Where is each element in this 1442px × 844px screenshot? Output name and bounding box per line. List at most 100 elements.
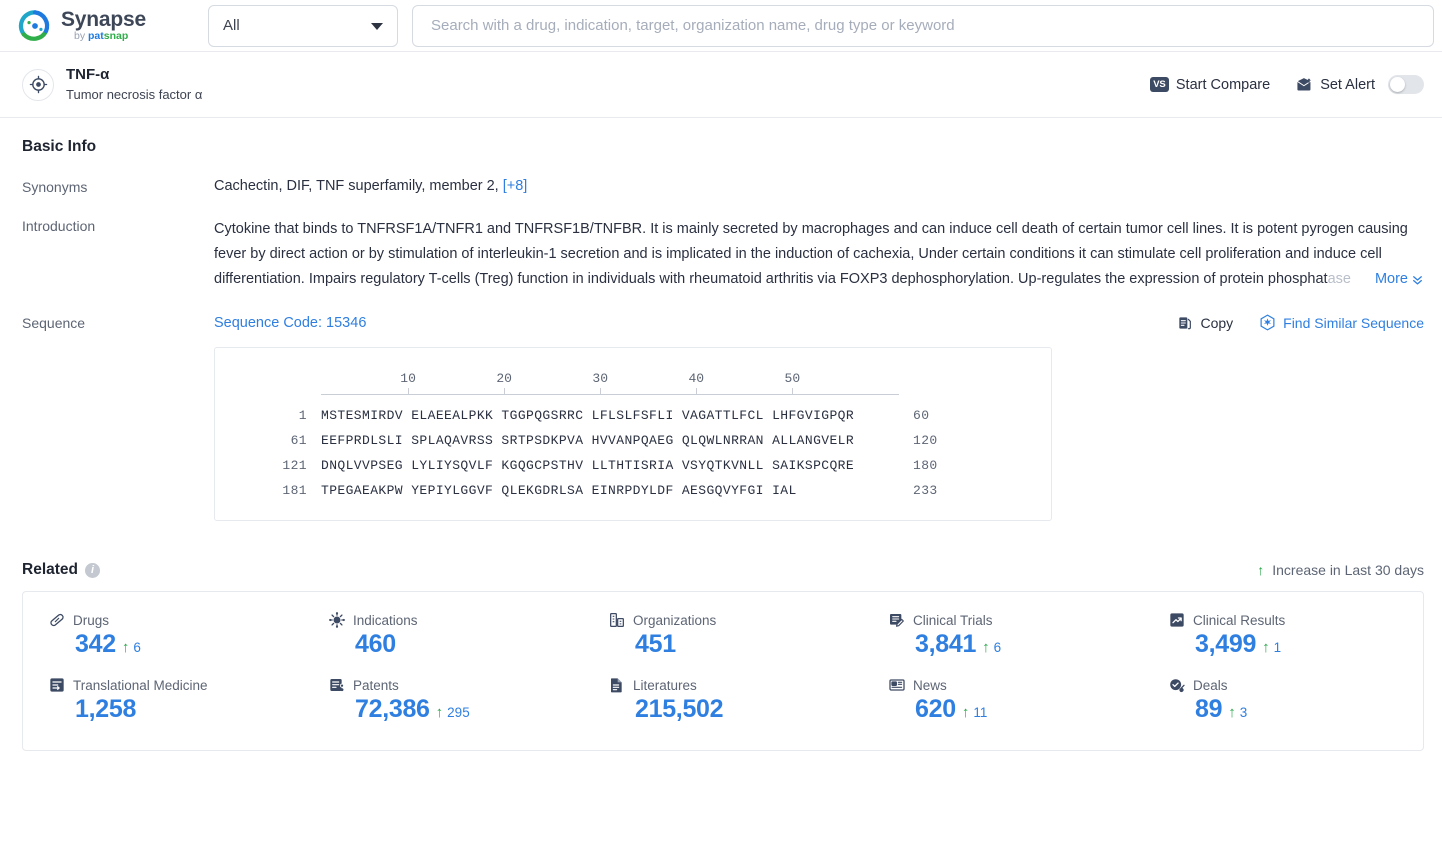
legend-up-arrow-icon: ↑ xyxy=(1257,562,1265,578)
find-similar-label: Find Similar Sequence xyxy=(1283,314,1424,331)
stat-card-drugs[interactable]: Drugs 342 ↑ 6 xyxy=(23,612,303,659)
stat-label-text: Clinical Results xyxy=(1193,612,1286,628)
synonyms-more-link[interactable]: [+8] xyxy=(503,178,528,194)
target-icon xyxy=(22,68,54,101)
sequence-residues: DNQLVVPSEG LYLIYSQVLF KGQGCPSTHV LLTHTIS… xyxy=(321,458,855,473)
find-similar-sequence-button[interactable]: Find Similar Sequence xyxy=(1259,314,1424,331)
stat-label-text: Deals xyxy=(1193,677,1228,693)
sequence-row: Sequence Sequence Code: 15346 Copy Find … xyxy=(22,314,1424,521)
synapse-logo-icon xyxy=(18,9,50,41)
set-alert-button[interactable]: Set Alert xyxy=(1296,75,1424,94)
sequence-line: 181 TPEGAEAKPW YEPIYLGGVF QLEKGDRLSA EINR… xyxy=(215,483,1051,498)
stat-card-news[interactable]: News 620 ↑ 11 xyxy=(863,677,1143,724)
stat-label-text: Organizations xyxy=(633,612,717,628)
sequence-code-link[interactable]: Sequence Code: 15346 xyxy=(214,315,366,331)
ruler-tick-label: 20 xyxy=(496,371,512,386)
search-box[interactable] xyxy=(412,4,1434,47)
find-similar-sequence-icon xyxy=(1260,314,1275,331)
set-alert-toggle[interactable] xyxy=(1388,75,1424,94)
stat-card-clinical-trials[interactable]: Clinical Trials 3,841 ↑ 6 xyxy=(863,612,1143,659)
stat-value-row: 342 ↑ 6 xyxy=(49,630,303,659)
start-compare-label: Start Compare xyxy=(1175,76,1271,93)
stat-value-row: 72,386 ↑ 295 xyxy=(329,695,583,724)
stat-value: 620 xyxy=(915,695,956,723)
news-icon xyxy=(889,677,905,693)
sequence-start-index: 61 xyxy=(290,433,307,448)
stat-label-row: Organizations xyxy=(609,612,863,628)
basic-info-heading: Basic Info xyxy=(22,138,97,155)
logo-tagline: by patsnap xyxy=(74,31,146,42)
delta-up-arrow-icon: ↑ xyxy=(982,639,990,656)
info-icon[interactable]: i xyxy=(85,562,100,578)
copy-icon xyxy=(1179,316,1192,329)
sequence-tools: Copy Find Similar Sequence xyxy=(1177,314,1424,331)
delta-up-arrow-icon: ↑ xyxy=(121,639,130,656)
copy-label: Copy xyxy=(1200,314,1234,331)
stat-label-row: Drugs xyxy=(49,612,303,628)
stat-delta: ↑ 295 xyxy=(436,705,470,720)
sequence-header: Sequence Code: 15346 Copy Find Similar S… xyxy=(214,314,1424,331)
search-scope-select[interactable]: All xyxy=(208,4,398,47)
sequence-panel: 10 20 30 40 50 1 MSTESMIRDV ELAEEALPKK TGGPQG… xyxy=(214,347,1052,521)
stat-card-literatures[interactable]: Literatures 215,502 xyxy=(583,677,863,724)
ruler-tick-label: 40 xyxy=(688,371,705,386)
sequence-line: 121 DNQLVVPSEG LYLIYSQVLF KGQGCPSTHV LLTH… xyxy=(215,458,1051,473)
start-compare-button[interactable]: VS Start Compare xyxy=(1149,76,1271,93)
ruler-tick xyxy=(696,388,698,395)
stat-label-row: Literatures xyxy=(609,677,863,693)
entity-subtitle: Tumor necrosis factor α xyxy=(66,86,203,102)
chart-arrow-icon xyxy=(1169,612,1185,628)
stat-value-row: 460 xyxy=(329,630,583,659)
delta-up-arrow-icon: ↑ xyxy=(435,704,444,721)
stat-card-patents[interactable]: Patents 72,386 ↑ 295 xyxy=(303,677,583,724)
entity-actions: VS Start Compare Set Alert xyxy=(1149,75,1424,94)
sequence-start-index: 121 xyxy=(282,458,307,473)
sequence-line: 61 EEFPRDLSLI SPLAQAVRSS SRTPSDKPVA HVVAN… xyxy=(215,433,1051,448)
virus-icon xyxy=(329,612,345,628)
stat-delta: ↑ 11 xyxy=(962,705,988,720)
logo-wordmark: Synapse xyxy=(61,8,146,32)
stat-delta: ↑ 1 xyxy=(1262,640,1281,655)
delta-value: 1 xyxy=(1273,640,1282,655)
sequence-label: Sequence xyxy=(22,315,86,331)
legend-label: Increase in Last 30 days xyxy=(1272,562,1424,578)
related-heading: Related xyxy=(22,561,78,578)
ruler-tick xyxy=(600,388,602,395)
stat-card-organizations[interactable]: Organizations 451 xyxy=(583,612,863,659)
copy-sequence-button[interactable]: Copy xyxy=(1177,315,1233,331)
stat-card-clinical-results[interactable]: Clinical Results 3,499 ↑ 1 xyxy=(1143,612,1423,659)
stat-value: 3,841 xyxy=(915,630,977,658)
sequence-ruler: 10 20 30 40 50 xyxy=(321,368,899,398)
stat-value: 215,502 xyxy=(635,695,724,723)
top-bar: Synapse by patsnap All xyxy=(0,0,1442,52)
related-stats-grid: Drugs 342 ↑ 6 Indications 460 Organizations 451… xyxy=(23,612,1423,724)
stat-card-indications[interactable]: Indications 460 xyxy=(303,612,583,659)
stat-value-row: 1,258 xyxy=(49,695,303,724)
sequence-start-index: 181 xyxy=(282,483,307,498)
stat-label-row: News xyxy=(889,677,1143,693)
stat-card-translational-medicine[interactable]: Translational Medicine 1,258 xyxy=(23,677,303,724)
introduction-text-tail: ase xyxy=(1327,271,1351,287)
sequence-lines: 1 MSTESMIRDV ELAEEALPKK TGGPQGSRRC LFLSLF… xyxy=(215,408,1051,498)
sequence-end-index: 233 xyxy=(913,483,938,498)
introduction-more-button[interactable]: More xyxy=(1372,267,1424,292)
ruler-tick-label: 10 xyxy=(400,371,416,386)
sequence-ruler-row: 10 20 30 40 50 xyxy=(215,368,1051,398)
stat-card-deals[interactable]: Deals 89 ↑ 3 xyxy=(1143,677,1423,724)
stat-value: 342 xyxy=(75,630,116,658)
stat-label-text: Indications xyxy=(353,612,418,628)
stat-delta: ↑ 6 xyxy=(122,640,141,655)
search-input[interactable] xyxy=(429,16,1417,35)
clipboard-edit-icon xyxy=(889,612,905,628)
stat-value: 1,258 xyxy=(75,695,137,723)
stat-delta: ↑ 3 xyxy=(1228,705,1247,720)
related-header: Related i ↑ Increase in Last 30 days xyxy=(22,561,1424,579)
sequence-end-index: 180 xyxy=(913,458,938,473)
building-icon xyxy=(609,612,625,628)
related-stats-card: Drugs 342 ↑ 6 Indications 460 Organizations 451… xyxy=(22,591,1424,751)
stat-label-text: Translational Medicine xyxy=(73,677,208,693)
stat-value-row: 89 ↑ 3 xyxy=(1169,695,1423,724)
app-logo[interactable]: Synapse by patsnap xyxy=(18,9,190,43)
introduction-label: Introduction xyxy=(22,218,96,234)
logo-snap: snap xyxy=(103,30,129,43)
